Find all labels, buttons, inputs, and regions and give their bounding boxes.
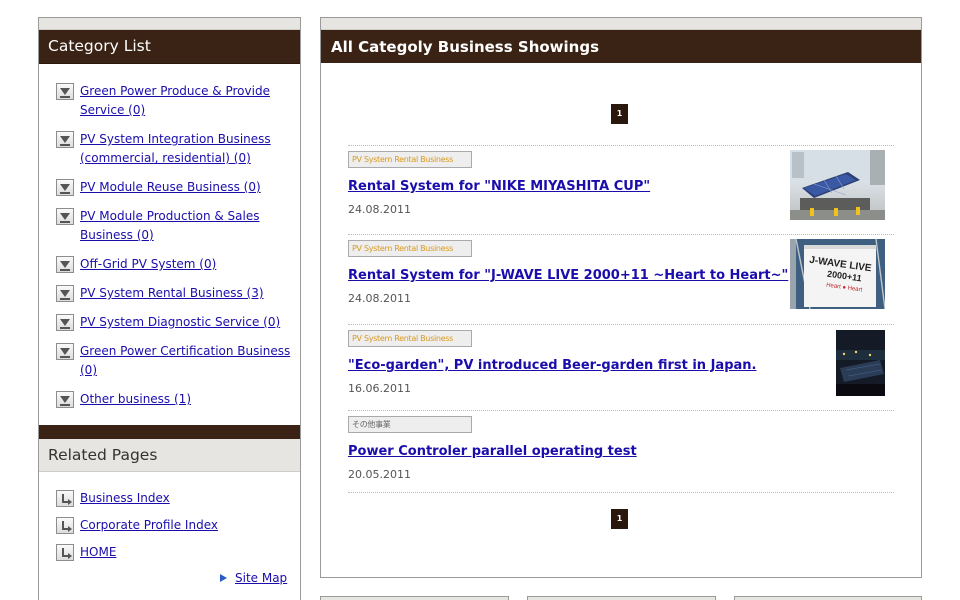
main-panel: All Categoly Business Showings 1 PV Syst… bbox=[320, 17, 922, 578]
download-arrow-icon bbox=[56, 285, 74, 302]
return-arrow-icon bbox=[56, 517, 74, 534]
business-entry: その他事業 Power Controler parallel operating… bbox=[348, 411, 894, 493]
thumbnail-solar-panels[interactable] bbox=[790, 150, 885, 220]
category-link-other[interactable]: Other business (1) bbox=[80, 390, 295, 409]
category-link-pv-rental[interactable]: PV System Rental Business (3) bbox=[80, 284, 295, 303]
category-item: PV Module Reuse Business (0) bbox=[56, 178, 300, 197]
category-item: Other business (1) bbox=[56, 390, 300, 409]
pagination-current-bottom[interactable]: 1 bbox=[611, 509, 628, 529]
category-item: Green Power Certification Business (0) bbox=[56, 342, 300, 380]
main-cap bbox=[321, 18, 921, 30]
download-arrow-icon bbox=[56, 391, 74, 408]
sitemap-row: Site Map bbox=[220, 571, 287, 585]
sidebar-divider bbox=[39, 425, 300, 439]
entry-date: 20.05.2011 bbox=[348, 468, 411, 481]
triangle-right-icon bbox=[220, 574, 227, 582]
category-item: PV System Rental Business (3) bbox=[56, 284, 300, 303]
footer-card bbox=[527, 596, 716, 600]
return-arrow-icon bbox=[56, 544, 74, 561]
category-link-pv-production[interactable]: PV Module Production & Sales Business (0… bbox=[80, 207, 295, 245]
business-entry: PV System Rental Business Rental System … bbox=[348, 146, 894, 235]
download-arrow-icon bbox=[56, 83, 74, 100]
thumbnail-jwave-stage[interactable]: J-WAVE LIVE 2000+11 Heart ● Heart bbox=[790, 239, 885, 309]
related-item: Corporate Profile Index bbox=[56, 517, 300, 534]
business-list: PV System Rental Business Rental System … bbox=[348, 145, 894, 493]
download-arrow-icon bbox=[56, 314, 74, 331]
sidebar-cap bbox=[39, 18, 300, 30]
related-link-business-index[interactable]: Business Index bbox=[80, 490, 170, 507]
related-item: HOME bbox=[56, 544, 300, 561]
footer-card bbox=[320, 596, 509, 600]
sidebar: Category List Green Power Produce & Prov… bbox=[38, 17, 301, 600]
jwave-banner-image: J-WAVE LIVE 2000+11 Heart ● Heart bbox=[790, 239, 885, 309]
entry-title-link[interactable]: "Eco-garden", PV introduced Beer-garden … bbox=[348, 358, 894, 373]
category-item: Off-Grid PV System (0) bbox=[56, 255, 300, 274]
page-title: All Categoly Business Showings bbox=[321, 30, 921, 63]
footer-card bbox=[734, 596, 922, 600]
category-tag[interactable]: PV System Rental Business bbox=[348, 240, 472, 257]
pagination-current-top[interactable]: 1 bbox=[611, 104, 628, 124]
download-arrow-icon bbox=[56, 256, 74, 273]
download-arrow-icon bbox=[56, 179, 74, 196]
category-link-green-power[interactable]: Green Power Produce & Provide Service (0… bbox=[80, 82, 295, 120]
thumbnail-eco-garden[interactable] bbox=[836, 330, 885, 396]
category-item: PV System Diagnostic Service (0) bbox=[56, 313, 300, 332]
related-pages-heading: Related Pages bbox=[39, 439, 300, 472]
download-arrow-icon bbox=[56, 208, 74, 225]
related-pages-list: Business Index Corporate Profile Index H… bbox=[39, 472, 300, 561]
sitemap-link[interactable]: Site Map bbox=[235, 571, 287, 585]
business-entry: PV System Rental Business "Eco-garden", … bbox=[348, 325, 894, 411]
category-link-pv-reuse[interactable]: PV Module Reuse Business (0) bbox=[80, 178, 295, 197]
download-arrow-icon bbox=[56, 343, 74, 360]
download-arrow-icon bbox=[56, 131, 74, 148]
category-link-certification[interactable]: Green Power Certification Business (0) bbox=[80, 342, 295, 380]
category-link-pv-integration[interactable]: PV System Integration Business (commerci… bbox=[80, 130, 295, 168]
entry-title-link[interactable]: Power Controler parallel operating test bbox=[348, 444, 894, 459]
related-link-home[interactable]: HOME bbox=[80, 544, 116, 561]
category-list-heading: Category List bbox=[39, 30, 300, 64]
category-item: PV System Integration Business (commerci… bbox=[56, 130, 300, 168]
category-item: Green Power Produce & Provide Service (0… bbox=[56, 82, 300, 120]
entry-date: 16.06.2011 bbox=[348, 382, 411, 395]
category-tag[interactable]: PV System Rental Business bbox=[348, 151, 472, 168]
return-arrow-icon bbox=[56, 490, 74, 507]
beer-garden-night-image bbox=[836, 330, 885, 396]
category-tag[interactable]: PV System Rental Business bbox=[348, 330, 472, 347]
category-item: PV Module Production & Sales Business (0… bbox=[56, 207, 300, 245]
business-entry: PV System Rental Business Rental System … bbox=[348, 235, 894, 325]
category-tag[interactable]: その他事業 bbox=[348, 416, 472, 433]
solar-panel-image bbox=[790, 150, 885, 220]
category-link-off-grid[interactable]: Off-Grid PV System (0) bbox=[80, 255, 295, 274]
related-link-corporate-profile[interactable]: Corporate Profile Index bbox=[80, 517, 218, 534]
category-list: Green Power Produce & Provide Service (0… bbox=[39, 64, 300, 409]
category-link-pv-diagnostic[interactable]: PV System Diagnostic Service (0) bbox=[80, 313, 295, 332]
related-item: Business Index bbox=[56, 490, 300, 507]
